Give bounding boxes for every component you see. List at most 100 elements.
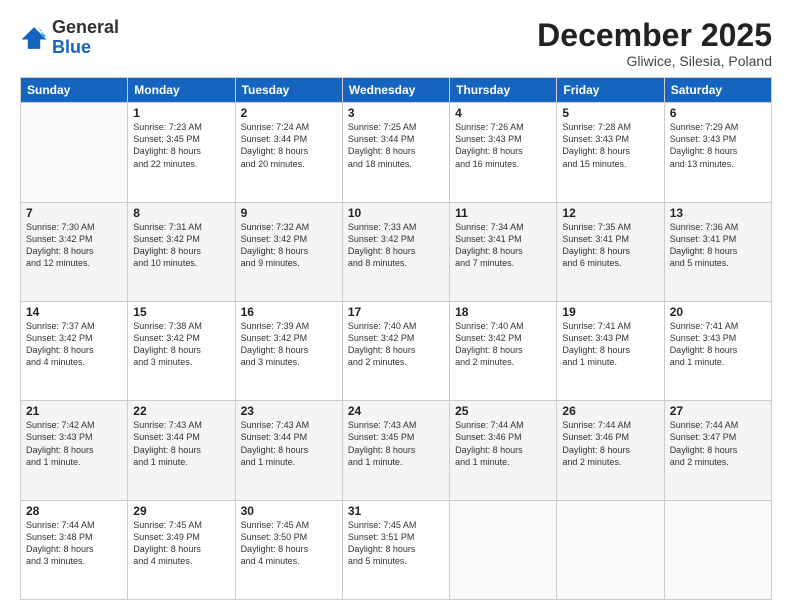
day-info: Sunrise: 7:40 AM Sunset: 3:42 PM Dayligh… (455, 320, 551, 369)
table-row: 26Sunrise: 7:44 AM Sunset: 3:46 PM Dayli… (557, 401, 664, 500)
table-row: 6Sunrise: 7:29 AM Sunset: 3:43 PM Daylig… (664, 103, 771, 202)
day-number: 26 (562, 404, 658, 418)
day-info: Sunrise: 7:23 AM Sunset: 3:45 PM Dayligh… (133, 121, 229, 170)
day-number: 27 (670, 404, 766, 418)
day-number: 18 (455, 305, 551, 319)
table-row: 11Sunrise: 7:34 AM Sunset: 3:41 PM Dayli… (450, 202, 557, 301)
day-info: Sunrise: 7:40 AM Sunset: 3:42 PM Dayligh… (348, 320, 444, 369)
day-number: 17 (348, 305, 444, 319)
day-number: 28 (26, 504, 122, 518)
logo-blue-text: Blue (52, 37, 91, 57)
day-number: 7 (26, 206, 122, 220)
day-number: 16 (241, 305, 337, 319)
header: General Blue December 2025 Gliwice, Sile… (20, 18, 772, 69)
day-info: Sunrise: 7:34 AM Sunset: 3:41 PM Dayligh… (455, 221, 551, 270)
table-row: 14Sunrise: 7:37 AM Sunset: 3:42 PM Dayli… (21, 301, 128, 400)
table-row (664, 500, 771, 599)
table-row: 2Sunrise: 7:24 AM Sunset: 3:44 PM Daylig… (235, 103, 342, 202)
day-number: 2 (241, 106, 337, 120)
day-number: 25 (455, 404, 551, 418)
table-row: 3Sunrise: 7:25 AM Sunset: 3:44 PM Daylig… (342, 103, 449, 202)
day-info: Sunrise: 7:44 AM Sunset: 3:46 PM Dayligh… (455, 419, 551, 468)
table-row: 22Sunrise: 7:43 AM Sunset: 3:44 PM Dayli… (128, 401, 235, 500)
location-subtitle: Gliwice, Silesia, Poland (537, 53, 772, 69)
day-info: Sunrise: 7:36 AM Sunset: 3:41 PM Dayligh… (670, 221, 766, 270)
table-row: 21Sunrise: 7:42 AM Sunset: 3:43 PM Dayli… (21, 401, 128, 500)
day-number: 10 (348, 206, 444, 220)
day-info: Sunrise: 7:43 AM Sunset: 3:44 PM Dayligh… (133, 419, 229, 468)
day-info: Sunrise: 7:24 AM Sunset: 3:44 PM Dayligh… (241, 121, 337, 170)
day-info: Sunrise: 7:44 AM Sunset: 3:48 PM Dayligh… (26, 519, 122, 568)
day-info: Sunrise: 7:39 AM Sunset: 3:42 PM Dayligh… (241, 320, 337, 369)
day-info: Sunrise: 7:33 AM Sunset: 3:42 PM Dayligh… (348, 221, 444, 270)
day-info: Sunrise: 7:31 AM Sunset: 3:42 PM Dayligh… (133, 221, 229, 270)
day-number: 6 (670, 106, 766, 120)
day-number: 30 (241, 504, 337, 518)
day-info: Sunrise: 7:42 AM Sunset: 3:43 PM Dayligh… (26, 419, 122, 468)
day-info: Sunrise: 7:37 AM Sunset: 3:42 PM Dayligh… (26, 320, 122, 369)
day-number: 29 (133, 504, 229, 518)
day-number: 12 (562, 206, 658, 220)
day-info: Sunrise: 7:25 AM Sunset: 3:44 PM Dayligh… (348, 121, 444, 170)
calendar-header-row: Sunday Monday Tuesday Wednesday Thursday… (21, 78, 772, 103)
table-row: 18Sunrise: 7:40 AM Sunset: 3:42 PM Dayli… (450, 301, 557, 400)
day-info: Sunrise: 7:44 AM Sunset: 3:46 PM Dayligh… (562, 419, 658, 468)
table-row: 1Sunrise: 7:23 AM Sunset: 3:45 PM Daylig… (128, 103, 235, 202)
day-number: 21 (26, 404, 122, 418)
day-info: Sunrise: 7:32 AM Sunset: 3:42 PM Dayligh… (241, 221, 337, 270)
col-friday: Friday (557, 78, 664, 103)
day-number: 11 (455, 206, 551, 220)
day-number: 22 (133, 404, 229, 418)
day-number: 4 (455, 106, 551, 120)
col-saturday: Saturday (664, 78, 771, 103)
page: General Blue December 2025 Gliwice, Sile… (0, 0, 792, 612)
table-row: 4Sunrise: 7:26 AM Sunset: 3:43 PM Daylig… (450, 103, 557, 202)
col-thursday: Thursday (450, 78, 557, 103)
table-row: 27Sunrise: 7:44 AM Sunset: 3:47 PM Dayli… (664, 401, 771, 500)
table-row: 28Sunrise: 7:44 AM Sunset: 3:48 PM Dayli… (21, 500, 128, 599)
day-info: Sunrise: 7:45 AM Sunset: 3:50 PM Dayligh… (241, 519, 337, 568)
day-info: Sunrise: 7:43 AM Sunset: 3:45 PM Dayligh… (348, 419, 444, 468)
day-number: 24 (348, 404, 444, 418)
logo: General Blue (20, 18, 119, 58)
day-number: 19 (562, 305, 658, 319)
day-number: 14 (26, 305, 122, 319)
table-row: 23Sunrise: 7:43 AM Sunset: 3:44 PM Dayli… (235, 401, 342, 500)
table-row: 13Sunrise: 7:36 AM Sunset: 3:41 PM Dayli… (664, 202, 771, 301)
table-row: 24Sunrise: 7:43 AM Sunset: 3:45 PM Dayli… (342, 401, 449, 500)
table-row: 15Sunrise: 7:38 AM Sunset: 3:42 PM Dayli… (128, 301, 235, 400)
table-row (557, 500, 664, 599)
logo-icon (20, 24, 48, 52)
logo-text: General Blue (52, 18, 119, 58)
day-info: Sunrise: 7:28 AM Sunset: 3:43 PM Dayligh… (562, 121, 658, 170)
day-info: Sunrise: 7:41 AM Sunset: 3:43 PM Dayligh… (562, 320, 658, 369)
col-wednesday: Wednesday (342, 78, 449, 103)
table-row: 9Sunrise: 7:32 AM Sunset: 3:42 PM Daylig… (235, 202, 342, 301)
table-row: 29Sunrise: 7:45 AM Sunset: 3:49 PM Dayli… (128, 500, 235, 599)
day-number: 1 (133, 106, 229, 120)
day-info: Sunrise: 7:45 AM Sunset: 3:51 PM Dayligh… (348, 519, 444, 568)
day-info: Sunrise: 7:26 AM Sunset: 3:43 PM Dayligh… (455, 121, 551, 170)
table-row: 5Sunrise: 7:28 AM Sunset: 3:43 PM Daylig… (557, 103, 664, 202)
calendar-table: Sunday Monday Tuesday Wednesday Thursday… (20, 77, 772, 600)
col-sunday: Sunday (21, 78, 128, 103)
day-number: 13 (670, 206, 766, 220)
day-info: Sunrise: 7:29 AM Sunset: 3:43 PM Dayligh… (670, 121, 766, 170)
day-info: Sunrise: 7:35 AM Sunset: 3:41 PM Dayligh… (562, 221, 658, 270)
day-number: 9 (241, 206, 337, 220)
day-info: Sunrise: 7:44 AM Sunset: 3:47 PM Dayligh… (670, 419, 766, 468)
table-row: 31Sunrise: 7:45 AM Sunset: 3:51 PM Dayli… (342, 500, 449, 599)
day-number: 3 (348, 106, 444, 120)
day-info: Sunrise: 7:38 AM Sunset: 3:42 PM Dayligh… (133, 320, 229, 369)
table-row: 30Sunrise: 7:45 AM Sunset: 3:50 PM Dayli… (235, 500, 342, 599)
month-title: December 2025 (537, 18, 772, 53)
day-number: 5 (562, 106, 658, 120)
table-row (450, 500, 557, 599)
logo-general-text: General (52, 17, 119, 37)
table-row: 20Sunrise: 7:41 AM Sunset: 3:43 PM Dayli… (664, 301, 771, 400)
col-monday: Monday (128, 78, 235, 103)
table-row: 10Sunrise: 7:33 AM Sunset: 3:42 PM Dayli… (342, 202, 449, 301)
col-tuesday: Tuesday (235, 78, 342, 103)
table-row: 25Sunrise: 7:44 AM Sunset: 3:46 PM Dayli… (450, 401, 557, 500)
table-row: 8Sunrise: 7:31 AM Sunset: 3:42 PM Daylig… (128, 202, 235, 301)
